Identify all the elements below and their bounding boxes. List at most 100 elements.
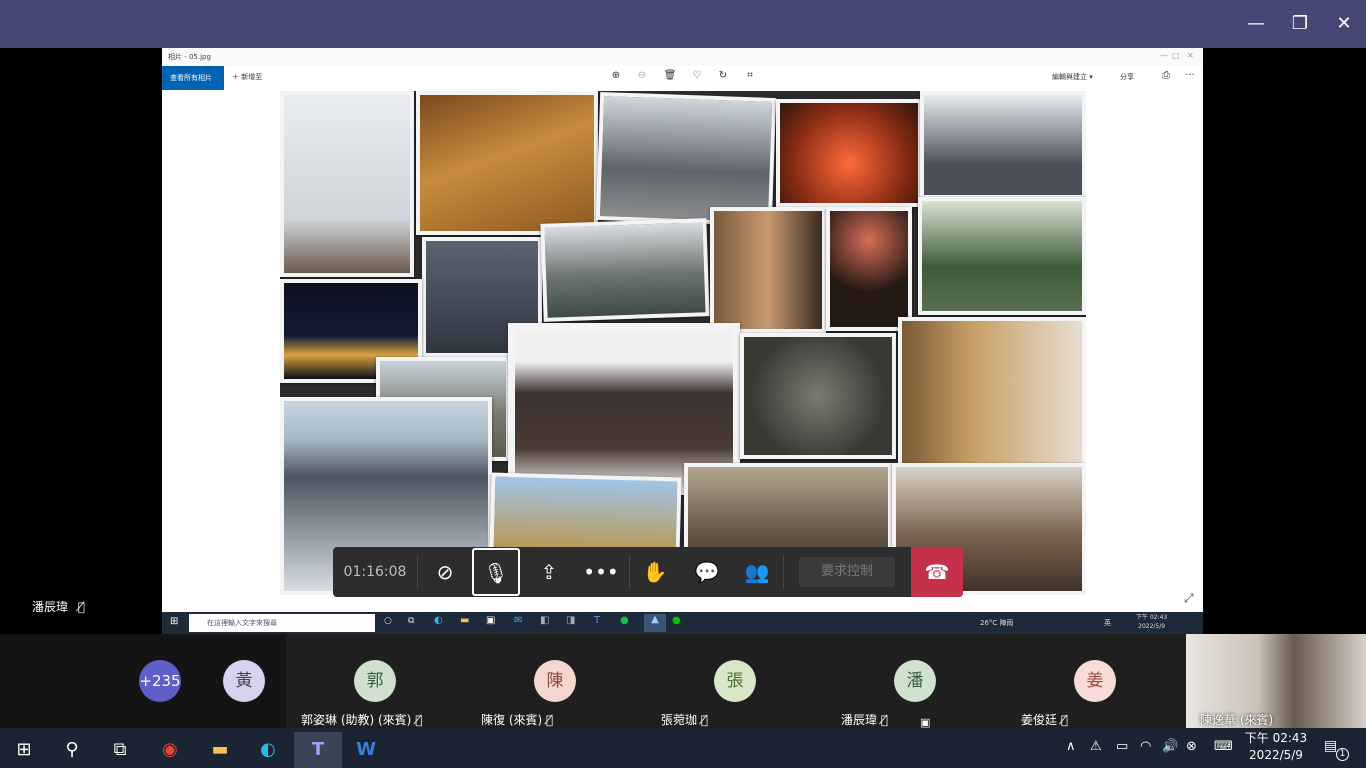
folder-icon: ▬ xyxy=(211,739,229,760)
shared-store-icon: ▣ xyxy=(486,615,496,626)
see-all-photos-button[interactable]: 查看所有相片 xyxy=(162,66,224,90)
shared-spotify-icon: ● xyxy=(620,615,629,626)
shared-teams-icon: T xyxy=(594,615,601,626)
participants-button[interactable]: 👥 xyxy=(731,547,783,597)
photo-collage xyxy=(280,91,1086,595)
add-to-label: 新增至 xyxy=(241,73,263,81)
chat-button[interactable]: 💬 xyxy=(681,547,733,597)
photo-hand-wall xyxy=(710,207,826,333)
participant-name: 陳復 (來賓) 🎙̸ xyxy=(481,713,554,727)
viewer-close-icon[interactable]: ✕ xyxy=(1187,51,1194,60)
participant-name: 張菀珈 🎙̸ xyxy=(661,713,709,727)
rotate-icon[interactable]: ↻ xyxy=(715,70,731,81)
close-circle-icon[interactable]: ⊗ xyxy=(1186,739,1197,754)
participant-video-tile[interactable]: 陳逸華 (來賓) xyxy=(1186,634,1366,728)
people-icon: 👥 xyxy=(744,560,770,584)
share-tray-icon: ⇪ xyxy=(540,560,558,584)
ime-icon[interactable]: ⌨ xyxy=(1214,739,1233,754)
photo-old-street xyxy=(595,91,777,227)
muted-mic-icon: 🎙̸ xyxy=(77,600,86,614)
edit-create-button[interactable]: 編輯與建立 ▾ xyxy=(1052,72,1093,82)
share-screen-button[interactable]: ⇪ xyxy=(523,547,575,597)
word-button[interactable]: W xyxy=(342,732,390,768)
participant-tile[interactable]: 陳 陳復 (來賓) 🎙̸ xyxy=(466,634,646,728)
shared-photos-icon: ▲ xyxy=(644,614,666,632)
raise-hand-button[interactable]: ✋ xyxy=(629,547,681,597)
shared-time: 下午 02:43 xyxy=(1136,614,1168,621)
shared-date: 2022/5/9 xyxy=(1138,623,1166,630)
edge-button[interactable]: ◐ xyxy=(244,732,292,768)
minimize-button[interactable]: — xyxy=(1244,12,1268,36)
shared-screen-taskbar: ⊞ 在這裡輸入文字來搜尋 ○ ⧉ ◐ ▬ ▣ ✉ ◧ ◨ T ● ▲ ● 26°… xyxy=(162,612,1203,634)
share-button[interactable]: 分享 xyxy=(1120,72,1134,82)
overflow-participants-badge[interactable]: +235 xyxy=(139,660,181,702)
avatar: 郭 xyxy=(354,660,396,702)
taskbar-clock[interactable]: 下午 02:43 2022/5/9 xyxy=(1240,730,1312,764)
maximize-button[interactable]: ❐ xyxy=(1288,12,1312,36)
add-to-button[interactable]: ＋ 新增至 xyxy=(232,72,262,82)
word-icon: W xyxy=(356,739,376,760)
more-actions-button[interactable]: ••• xyxy=(575,547,627,597)
network-alert-icon[interactable]: ⚠ xyxy=(1090,739,1102,754)
avatar: 姜 xyxy=(1074,660,1116,702)
zoom-out-icon[interactable]: ⊖ xyxy=(634,70,650,81)
chrome-button[interactable]: ◉ xyxy=(146,732,194,768)
chat-icon: 💬 xyxy=(694,560,720,584)
file-explorer-button[interactable]: ▬ xyxy=(196,732,244,768)
notification-icon[interactable]: ▤ xyxy=(1324,738,1337,754)
shared-explorer-icon: ▬ xyxy=(460,615,470,626)
call-timer: 01:16:08 xyxy=(343,564,407,580)
print-icon[interactable]: ⎙ xyxy=(1158,70,1174,81)
hang-up-button[interactable]: ☎ xyxy=(911,547,963,597)
battery-icon[interactable]: ▭ xyxy=(1116,739,1128,754)
viewer-titlebar: 相片 - 05.jpg — □ ✕ xyxy=(162,48,1203,66)
phone-hangup-icon: ☎ xyxy=(924,560,950,584)
edge-icon: ◐ xyxy=(260,739,276,760)
share-label: 分享 xyxy=(1120,73,1134,81)
camera-off-button[interactable]: ⊘ xyxy=(419,547,471,597)
task-view-button[interactable]: ⧉ xyxy=(96,732,144,768)
search-button[interactable]: ⚲ xyxy=(48,732,96,768)
viewer-maximize-icon[interactable]: □ xyxy=(1172,51,1180,60)
avatar-huang: 黃 xyxy=(223,660,265,702)
volume-icon[interactable]: 🔊 xyxy=(1162,739,1178,754)
wifi-icon[interactable]: ◠ xyxy=(1140,739,1151,754)
shared-search-box: 在這裡輸入文字來搜尋 xyxy=(189,614,375,632)
participant-tile[interactable]: 張 張菀珈 🎙̸ xyxy=(646,634,826,728)
shared-clock: 下午 02:43 2022/5/9 xyxy=(1136,613,1167,631)
participant-tile[interactable]: 姜 姜俊廷 🎙̸ xyxy=(1006,634,1186,728)
taskbar-date: 2022/5/9 xyxy=(1249,748,1303,762)
expand-icon[interactable]: ⤢ xyxy=(1184,591,1194,606)
request-control-button[interactable]: 要求控制 xyxy=(799,557,895,587)
teams-icon: T xyxy=(311,739,325,760)
delete-icon[interactable]: 🗑 xyxy=(662,70,678,81)
favorite-icon[interactable]: ♡ xyxy=(689,70,705,81)
muted-mic-icon: 🎙̸ xyxy=(546,713,554,727)
tray-chevron-icon[interactable]: ∧ xyxy=(1066,739,1076,754)
windows-logo-icon: ⊞ xyxy=(16,739,32,760)
participants-strip: +235 黃 郭 郭姿琳 (助教) (來賓) 🎙̸ 陳 陳復 (來賓) 🎙̸ 張… xyxy=(0,634,1366,729)
shared-screen-photos-viewer[interactable]: 相片 - 05.jpg — □ ✕ 查看所有相片 ＋ 新增至 ⊕ ⊖ 🗑 ♡ ↻… xyxy=(162,48,1203,612)
search-icon: ⚲ xyxy=(65,739,79,760)
start-button[interactable]: ⊞ xyxy=(0,732,48,768)
muted-mic-icon: 🎙̸ xyxy=(880,713,889,727)
photo-market-nuts xyxy=(416,91,598,235)
crop-icon[interactable]: ⌗ xyxy=(742,70,758,81)
zoom-in-icon[interactable]: ⊕ xyxy=(608,70,624,81)
mic-muted-button[interactable]: 🎙 xyxy=(472,548,520,596)
plus-icon: ＋ xyxy=(232,73,239,81)
photo-canal-town xyxy=(540,218,710,322)
photo-garden-canal xyxy=(918,197,1086,315)
viewer-minimize-icon[interactable]: — xyxy=(1160,51,1168,60)
avatar: 陳 xyxy=(534,660,576,702)
close-button[interactable]: ✕ xyxy=(1332,12,1356,36)
teams-button[interactable]: T xyxy=(294,732,342,768)
divider xyxy=(417,555,418,589)
participant-name: 潘辰瑋 🎙̸ xyxy=(841,713,889,727)
participant-tile[interactable]: 潘 潘辰瑋 🎙̸ ▣ xyxy=(826,634,1006,729)
photo-clay-jars xyxy=(740,333,896,459)
shared-app-icon: ◧ xyxy=(540,615,550,626)
more-options-icon[interactable]: ··· xyxy=(1182,70,1198,81)
shared-app2-icon: ◨ xyxy=(566,615,576,626)
participant-tile[interactable]: 郭 郭姿琳 (助教) (來賓) 🎙̸ xyxy=(286,634,466,728)
